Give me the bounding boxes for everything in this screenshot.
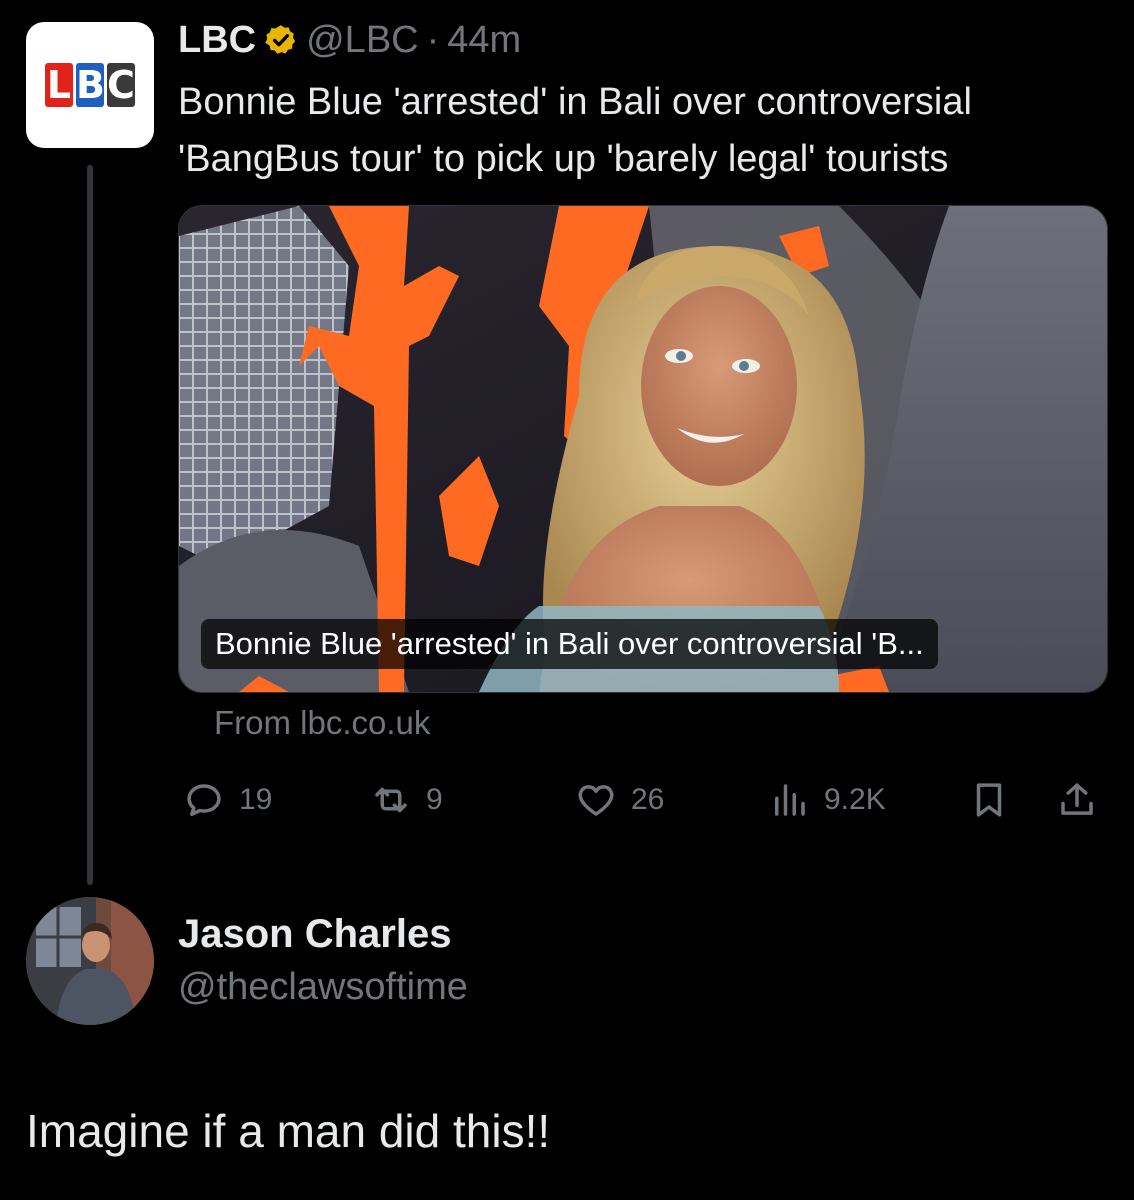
bookmark-button[interactable] bbox=[968, 775, 1010, 825]
author-display-name[interactable]: LBC bbox=[178, 19, 256, 62]
avatar-photo bbox=[26, 897, 154, 1025]
like-count: 26 bbox=[631, 783, 665, 816]
repost-button[interactable]: 9 bbox=[370, 775, 443, 825]
views-bar-chart-icon bbox=[775, 784, 805, 816]
repost-count: 9 bbox=[426, 783, 443, 816]
share-button[interactable] bbox=[1056, 775, 1098, 825]
meta-separator: · bbox=[426, 18, 440, 61]
lbc-logo: L B C bbox=[45, 63, 135, 107]
heart-icon bbox=[578, 785, 614, 816]
repost-icon bbox=[375, 787, 407, 813]
verified-badge-icon[interactable] bbox=[264, 23, 298, 57]
logo-letter-l: L bbox=[45, 63, 73, 107]
logo-letter-b: B bbox=[76, 63, 105, 107]
link-preview-card[interactable]: Bonnie Blue 'arrested' in Bali over cont… bbox=[178, 205, 1108, 693]
author-handle[interactable]: @LBC bbox=[306, 19, 419, 62]
share-upload-icon bbox=[1061, 783, 1093, 815]
reply-author-handle[interactable]: @theclawsoftime bbox=[178, 966, 468, 1009]
reply-icon bbox=[187, 784, 221, 817]
jason-charles-avatar[interactable] bbox=[26, 897, 154, 1025]
logo-letter-c: C bbox=[107, 63, 135, 107]
thread-connector-line bbox=[87, 165, 93, 885]
views-count: 9.2K bbox=[824, 783, 886, 816]
bookmark-icon bbox=[976, 783, 1002, 817]
like-button[interactable]: 26 bbox=[575, 775, 664, 825]
reply-count: 19 bbox=[239, 783, 273, 816]
reply-author-display-name[interactable]: Jason Charles bbox=[178, 912, 451, 957]
tweet-text: Bonnie Blue 'arrested' in Bali over cont… bbox=[178, 81, 972, 180]
reply-text: Imagine if a man did this!! bbox=[26, 1105, 551, 1157]
views-button[interactable]: 9.2K bbox=[768, 775, 886, 825]
tweet-timestamp[interactable]: 44m bbox=[447, 19, 521, 62]
reply-button[interactable]: 19 bbox=[183, 775, 272, 825]
lbc-avatar[interactable]: L B C bbox=[26, 22, 154, 148]
tweet-thread: L B C LBC @LBC · 44m Bonnie Blue 'arrest… bbox=[0, 0, 1134, 1200]
tweet-header: LBC @LBC · 44m bbox=[178, 16, 521, 64]
card-source[interactable]: From lbc.co.uk bbox=[214, 704, 430, 742]
card-caption: Bonnie Blue 'arrested' in Bali over cont… bbox=[201, 619, 938, 669]
